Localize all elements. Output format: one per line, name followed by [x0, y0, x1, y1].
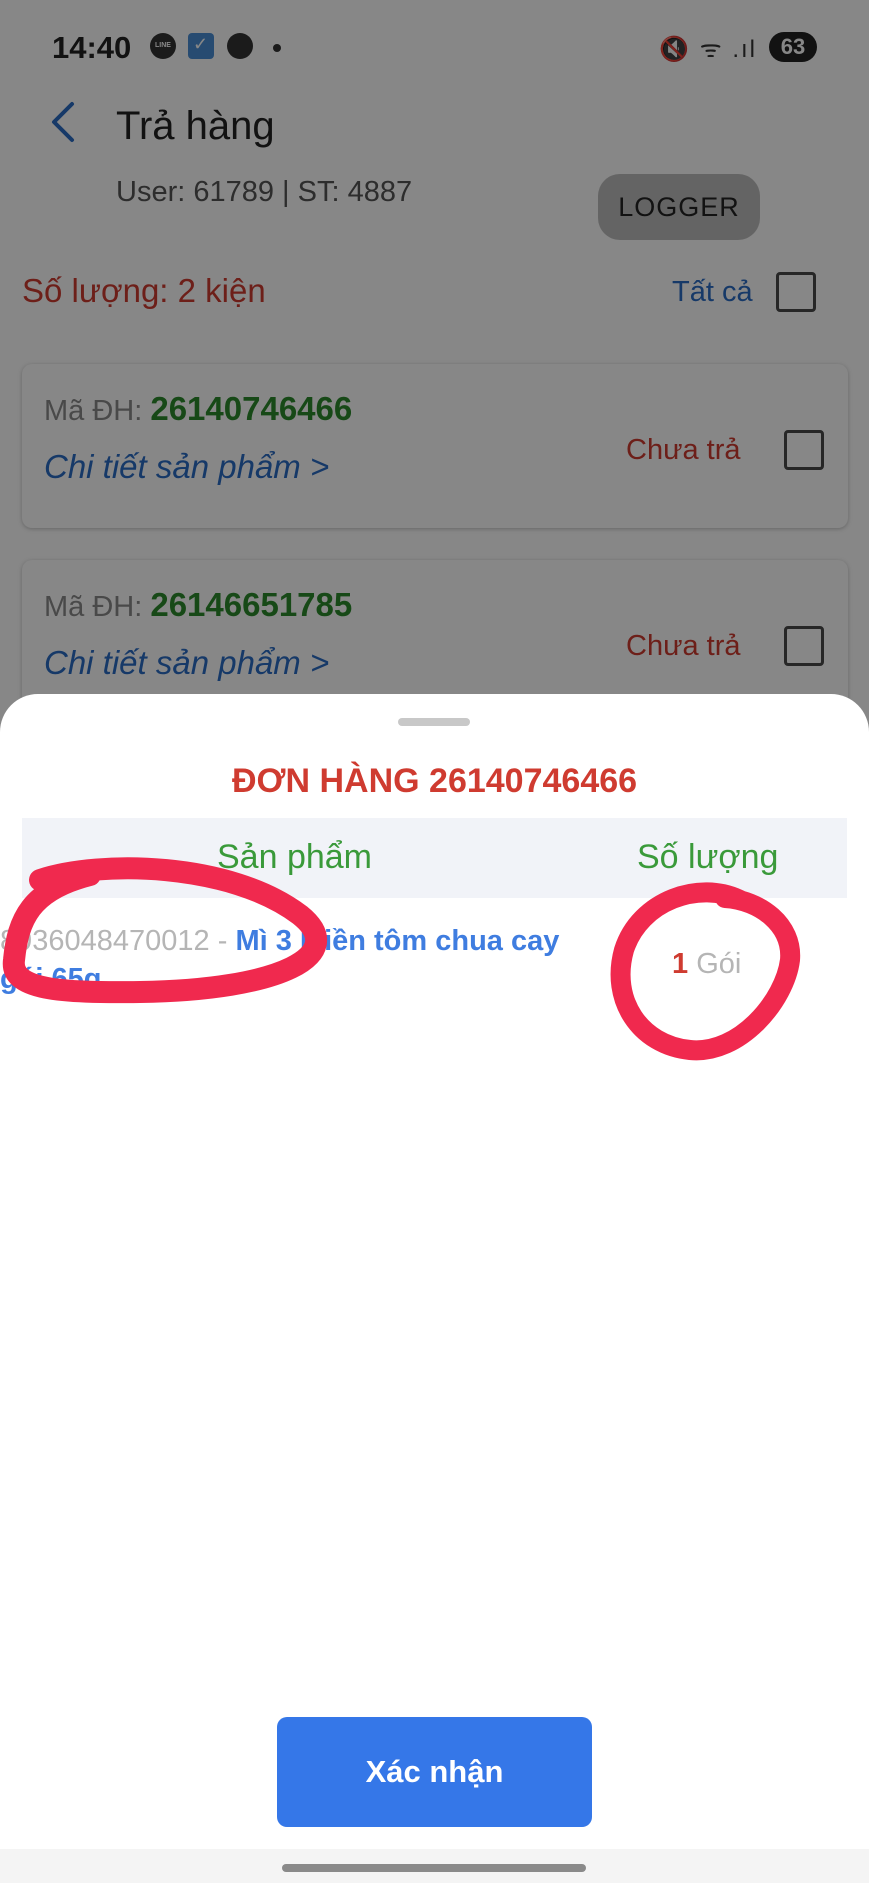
table-row-quantity: 1 Gói [672, 948, 741, 981]
sheet-drag-handle[interactable] [398, 718, 470, 726]
column-header-quantity: Số lượng [637, 838, 779, 876]
sheet-title: ĐƠN HÀNG 26140746466 [231, 762, 638, 800]
order-detail-sheet: ĐƠN HÀNG 26140746466 Sản phẩm Số lượng 8… [0, 694, 869, 1883]
home-indicator[interactable] [282, 1864, 586, 1872]
screen: 14:40 LINE 🔇 ᯤ .ıl 63 Trả hàng User: 617… [0, 0, 869, 1883]
product-qty: 1 [672, 948, 689, 980]
confirm-button[interactable]: Xác nhận [277, 1717, 592, 1827]
table-row-product: 8936048470012 - Mì 3 Miền tôm chua cay g… [0, 922, 560, 998]
product-unit: Gói [696, 948, 742, 980]
table-header: Sản phẩm Số lượng [22, 818, 847, 898]
column-header-product: Sản phẩm [217, 838, 372, 876]
product-barcode: 8936048470012 - [0, 925, 236, 957]
